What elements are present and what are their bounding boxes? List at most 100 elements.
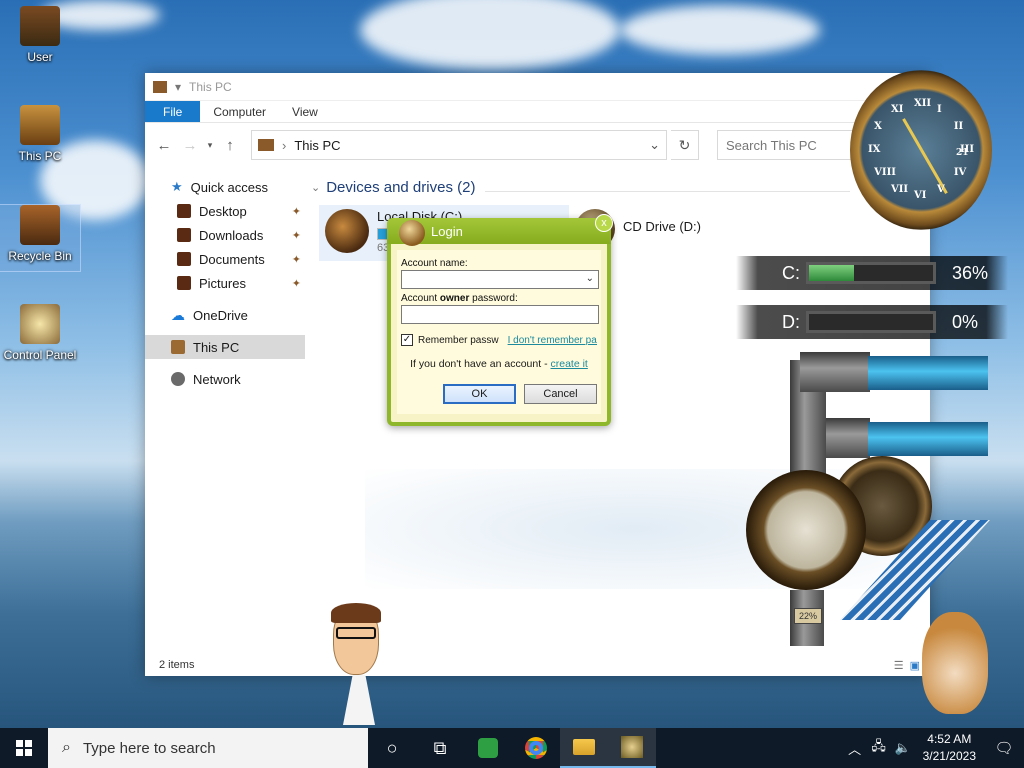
steampunk-clock-widget[interactable]: 21 XII I II III IV V VI VII VIII IX X XI [850, 70, 992, 230]
details-view-icon[interactable]: ☰ [894, 659, 904, 672]
desktop-icon-user[interactable]: User [0, 6, 80, 64]
network-icon[interactable]: 🖧 [867, 737, 891, 759]
quick-access-toolbar[interactable]: ▾ [175, 80, 181, 94]
address-bar[interactable]: › This PC ⌄ [251, 130, 667, 160]
taskbar-search[interactable]: ⌕ Type here to search [48, 728, 368, 768]
recent-dropdown-icon[interactable]: ▾ [205, 140, 215, 151]
start-button[interactable] [0, 728, 48, 768]
back-arrow-icon[interactable]: ← [153, 137, 175, 154]
clock-numeral: III [960, 144, 975, 155]
chevron-up-icon[interactable]: ︿ [843, 739, 867, 758]
nav-label: Desktop [199, 203, 247, 219]
nav-downloads[interactable]: Downloads ✦ [145, 223, 305, 247]
gauge-percent: 0% [952, 311, 979, 332]
nav-pictures[interactable]: Pictures ✦ [145, 271, 305, 295]
nav-label: Documents [199, 251, 265, 267]
nav-this-pc[interactable]: This PC [145, 335, 305, 359]
password-label-post: password: [469, 293, 518, 304]
pipe [800, 352, 870, 392]
create-account-link[interactable]: create it [551, 358, 588, 370]
login-titlebar: Login x [387, 214, 613, 246]
desktop-icon-recycle-bin[interactable]: Recycle Bin [0, 204, 81, 272]
large-icons-view-icon[interactable]: ▣ [910, 659, 920, 672]
explorer-titlebar: ▾ This PC [145, 73, 930, 101]
group-header[interactable]: ⌄ Devices and drives (2) [311, 179, 475, 196]
desktop-icon-control-panel[interactable]: Control Panel [0, 304, 80, 362]
nav-desktop[interactable]: Desktop ✦ [145, 199, 305, 223]
breadcrumb-separator: › [282, 137, 287, 153]
downloads-folder-icon [177, 228, 191, 242]
chrome-icon [525, 737, 547, 759]
task-view-icon: ⧉ [433, 737, 447, 758]
account-name-field[interactable]: ⌄ [401, 270, 599, 289]
taskbar-file-explorer[interactable] [560, 728, 608, 768]
hamster-mascot [922, 612, 988, 714]
remember-label: Remember passw [418, 334, 499, 346]
pipe [826, 418, 870, 458]
file-explorer-icon [573, 739, 595, 755]
chevron-down-icon[interactable]: ⌄ [586, 273, 594, 284]
chevron-down-icon[interactable]: ⌄ [649, 137, 660, 153]
ribbon: File Computer View [145, 101, 930, 123]
clock-numeral: IV [953, 167, 967, 178]
pipe-gauge-percent: 22% [794, 608, 822, 624]
up-arrow-icon[interactable]: ↑ [219, 137, 241, 154]
taskbar-sheets-app[interactable] [464, 728, 512, 768]
cartoon-man-hair [331, 603, 381, 623]
tab-view[interactable]: View [279, 101, 331, 122]
gauge-tube [806, 262, 936, 284]
refresh-button[interactable]: ↻ [671, 130, 699, 160]
recycle-bin-icon [20, 205, 60, 245]
navigation-bar: ← → ▾ ↑ › This PC ⌄ ↻ Search This PC [145, 123, 930, 167]
forward-arrow-icon[interactable]: → [179, 137, 201, 154]
desktop-icon-label: This PC [18, 149, 62, 163]
drive-gauge-c[interactable]: C: 36% [736, 256, 1008, 290]
breadcrumb[interactable]: This PC [294, 138, 641, 153]
search-input[interactable]: Search This PC [717, 130, 857, 160]
star-icon: ★ [171, 179, 183, 194]
nav-network[interactable]: Network [145, 367, 305, 391]
remember-row: ✓ Remember passw I don't remember pas [401, 334, 597, 346]
pin-icon: ✦ [291, 253, 301, 266]
nav-quick-access[interactable]: ★ Quick access [145, 175, 305, 199]
cancel-button[interactable]: Cancel [524, 384, 597, 404]
hamster-app-icon [621, 736, 643, 758]
cortana-button[interactable]: ○ [368, 728, 416, 768]
desktop-icon-this-pc[interactable]: This PC [0, 105, 80, 163]
nav-label: This PC [193, 339, 240, 355]
taskbar-chrome[interactable] [512, 728, 560, 768]
drive-gauge-d[interactable]: D: 0% [736, 305, 1008, 339]
password-field[interactable] [401, 305, 599, 324]
forgot-password-link[interactable]: I don't remember pas [508, 335, 597, 346]
control-panel-icon [20, 304, 60, 344]
tab-computer[interactable]: Computer [200, 101, 279, 122]
nav-documents[interactable]: Documents ✦ [145, 247, 305, 271]
desktop-icon-label: User [27, 50, 53, 64]
group-divider [485, 191, 850, 192]
nav-label: Downloads [199, 227, 264, 243]
remember-checkbox[interactable]: ✓ [401, 334, 413, 346]
chevron-down-icon: ⌄ [311, 182, 321, 194]
search-icon: ⌕ [62, 739, 71, 756]
status-item-count: 2 items [159, 659, 195, 671]
account-name-label: Account name: [401, 258, 468, 269]
pin-icon: ✦ [291, 229, 301, 242]
ok-button[interactable]: OK [443, 384, 516, 404]
computer-icon [171, 340, 185, 354]
taskbar-date: 3/21/2023 [922, 749, 976, 763]
taskbar-hamster-app[interactable] [608, 728, 656, 768]
close-icon[interactable]: x [595, 214, 613, 232]
taskbar-clock[interactable]: 4:52 AM 3/21/2023 [915, 731, 984, 765]
notification-icon[interactable]: 🗨 [984, 739, 1024, 757]
desktop-folder-icon [177, 204, 191, 218]
taskbar-time: 4:52 AM [927, 732, 972, 746]
nav-label: Network [193, 371, 241, 387]
task-view-button[interactable]: ⧉ [416, 728, 464, 768]
user-icon [20, 6, 60, 46]
tab-file[interactable]: File [145, 101, 201, 122]
cartoon-man-body [343, 675, 375, 725]
pressure-gauge [746, 470, 866, 590]
volume-muted-icon[interactable]: 🔈 [891, 740, 915, 756]
nav-onedrive[interactable]: ☁ OneDrive [145, 303, 305, 327]
cartoon-man-glasses [336, 627, 376, 639]
